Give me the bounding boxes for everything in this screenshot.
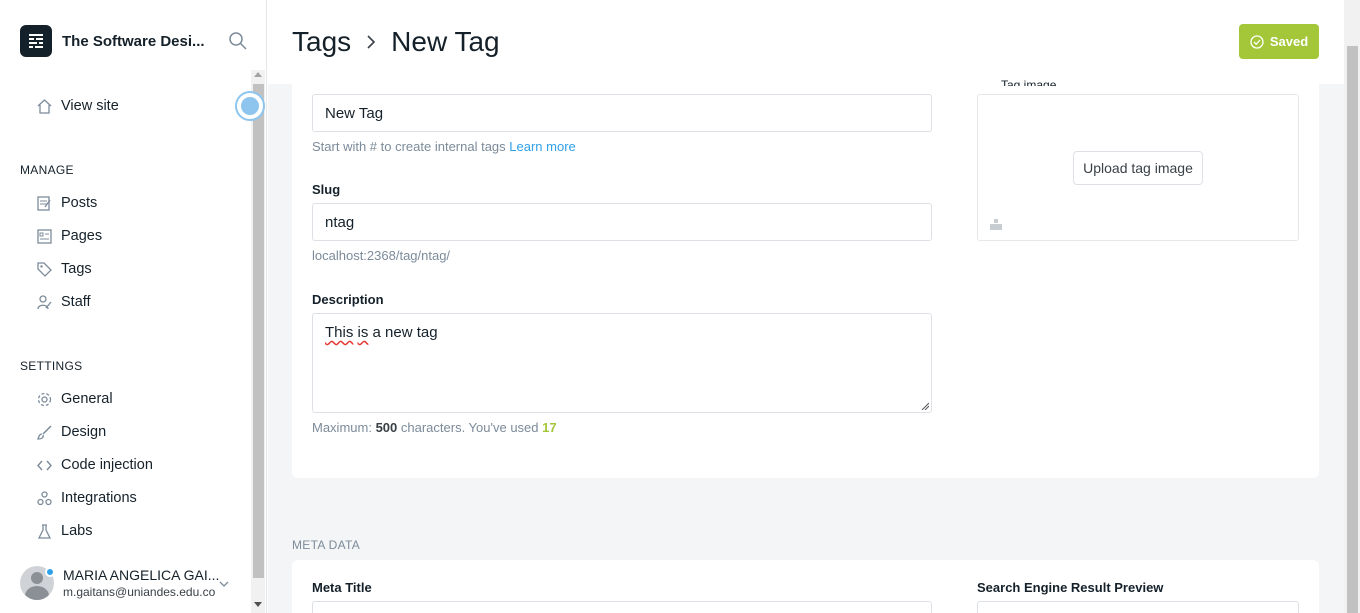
nav-view-site-label: View site [61,98,119,114]
main-scroll-thumb[interactable] [1347,46,1358,613]
nav-design-label: Design [61,424,107,440]
nav-code-injection-label: Code injection [61,457,153,473]
counter-prefix: Maximum: [312,420,376,435]
flask-icon [37,523,52,539]
user-email: m.gaitans@uniandes.edu.co [63,585,216,599]
breadcrumb: Tags New Tag [292,26,500,58]
user-name: MARIA ANGELICA GAI... [63,567,220,583]
nav-labs[interactable]: Labs [36,520,92,542]
slug-label: Slug [312,182,341,197]
counter-used: 17 [542,420,557,435]
nav-staff[interactable]: Staff [36,291,91,313]
pages-icon [37,228,52,244]
settings-section-label: SETTINGS [20,359,83,373]
page-header: Tags New Tag Saved [268,0,1344,84]
check-circle-icon [1250,34,1264,49]
sidebar-scrollbar[interactable] [251,70,265,613]
search-icon[interactable] [228,31,248,51]
slug-url: localhost:2368/tag/ntag/ [312,248,451,263]
saved-button[interactable]: Saved [1239,24,1319,59]
home-icon [37,98,52,114]
brand[interactable]: The Software Desi... [20,25,212,57]
nav-code-injection[interactable]: Code injection [36,454,153,476]
nav-integrations[interactable]: Integrations [36,487,137,509]
notification-dot [45,567,55,577]
tag-image-label: Tag image [1001,78,1057,86]
description-counter: Maximum: 500 characters. You've used 17 [312,420,557,435]
posts-icon [37,195,51,211]
counter-suffix: characters. You've used [397,420,543,435]
main-scrollbar[interactable] [1344,0,1360,613]
tag-form-card: Tag image New Tag Start with # to create… [292,78,1319,478]
image-placeholder-icon [990,219,1002,230]
meta-data-section-label: META DATA [292,538,361,552]
staff-icon [37,294,52,309]
brand-logo-icon [20,25,52,57]
upload-tag-image-button[interactable]: Upload tag image [1073,151,1203,185]
gear-icon [37,392,52,406]
main-content: Tags New Tag Saved Tag image New Tag Sta… [268,0,1360,613]
cursor-indicator [235,91,265,121]
nav-labs-label: Labs [61,523,93,539]
nav-tags[interactable]: Tags [36,258,92,280]
description-label: Description [312,292,384,307]
nav-tags-label: Tags [61,261,92,277]
nav-posts-label: Posts [61,195,98,211]
scroll-up-arrow-icon[interactable] [254,72,262,77]
nav-posts[interactable]: Posts [36,192,97,214]
slug-input[interactable]: ntag [312,203,932,241]
search-preview-box [977,601,1299,613]
sidebar-scroll-thumb[interactable] [253,84,264,578]
tag-name-input[interactable]: New Tag [312,94,932,132]
sidebar: The Software Desi... View site MANAGE Po… [0,0,267,613]
code-icon [37,460,52,470]
nav-integrations-label: Integrations [61,490,137,506]
meta-data-card: Meta Title Search Engine Result Preview [292,560,1319,613]
breadcrumb-tags-link[interactable]: Tags [292,26,351,58]
resize-handle-icon[interactable] [921,402,929,410]
description-textarea[interactable]: This is a new tag [312,313,932,413]
description-word-this: This [325,324,354,341]
scroll-down-arrow-icon[interactable] [254,602,262,607]
counter-max: 500 [375,420,398,435]
nav-pages-label: Pages [61,228,103,244]
chevron-down-icon[interactable] [218,578,230,590]
nav-staff-label: Staff [61,294,91,310]
tag-name-help: Start with # to create internal tags Lea… [312,139,576,154]
nav-view-site[interactable]: View site [36,95,119,117]
integrations-icon [37,490,52,505]
nav-pages[interactable]: Pages [36,225,102,247]
description-rest: a new tag [368,324,438,341]
nav-general[interactable]: General [36,388,113,410]
page-title: New Tag [391,26,500,57]
learn-more-link[interactable]: Learn more [509,139,575,154]
nav-design[interactable]: Design [36,421,106,443]
search-preview-label: Search Engine Result Preview [977,580,1164,595]
tag-icon [37,261,52,277]
tag-image-dropzone[interactable]: Upload tag image [977,94,1299,241]
description-word-is: is [357,324,369,341]
brush-icon [36,424,52,440]
chevron-right-icon [367,35,376,49]
saved-button-label: Saved [1269,34,1309,49]
meta-title-input[interactable] [312,601,932,613]
brand-name: The Software Desi... [62,32,205,50]
meta-title-label: Meta Title [312,580,372,595]
tag-name-help-text: Start with # to create internal tags [312,139,506,154]
manage-section-label: MANAGE [20,163,74,177]
nav-general-label: General [61,391,113,407]
